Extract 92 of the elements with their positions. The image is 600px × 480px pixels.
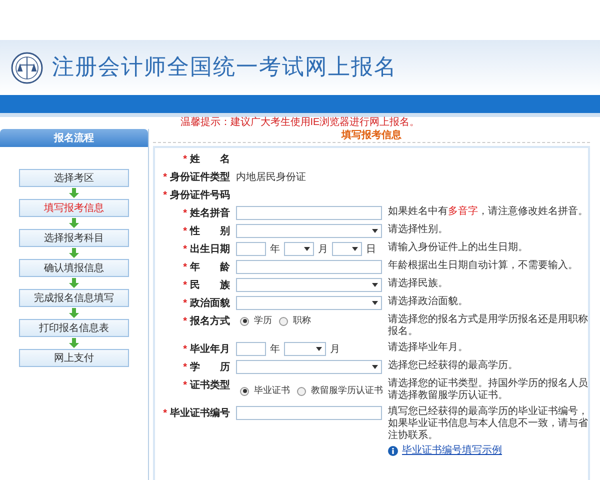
hint-text: 请选择性别。 bbox=[388, 224, 449, 236]
select-field[interactable] bbox=[236, 296, 382, 310]
input-field[interactable] bbox=[236, 260, 382, 274]
field-label: 姓 名 bbox=[190, 152, 230, 166]
step-button[interactable]: 完成报名信息填写 bbox=[19, 289, 129, 307]
hint-text: 请选择您的证书类型。持国外学历的报名人员请选择教留服学历认证书。 bbox=[388, 378, 588, 402]
hint-text: 年龄根据出生日期自动计算，不需要输入。 bbox=[388, 260, 579, 272]
dropdown-arrow-icon bbox=[316, 347, 322, 351]
radio-label: 学历 bbox=[254, 314, 272, 328]
required-mark: * bbox=[163, 188, 167, 202]
required-mark: * bbox=[183, 260, 187, 274]
field-label: 政治面貌 bbox=[190, 296, 230, 310]
field-label: 学 历 bbox=[190, 360, 230, 374]
required-mark: * bbox=[183, 342, 187, 356]
field-value: 内地居民身份证 bbox=[236, 170, 306, 184]
notice-text: 温馨提示：建议广大考生使用IE浏览器进行网上报名。 bbox=[180, 118, 420, 128]
unit-label: 年 bbox=[270, 342, 280, 356]
field-label: 性 别 bbox=[190, 224, 230, 238]
field-label: 毕业年月 bbox=[190, 342, 230, 356]
step-button[interactable]: 填写报考信息 bbox=[19, 199, 129, 217]
radio-button[interactable] bbox=[240, 386, 249, 396]
radio-button[interactable] bbox=[240, 316, 249, 326]
radio-label: 教留服学历认证书 bbox=[311, 384, 383, 398]
arrow-down-icon bbox=[69, 188, 79, 198]
field-label: 年 龄 bbox=[190, 260, 230, 274]
field-label: 姓名拼音 bbox=[190, 206, 230, 220]
required-mark: * bbox=[163, 170, 167, 184]
hint-text: 填写您已经获得的最高学历的毕业证书编号，如果毕业证书信息与本人信息不一致，请与省注协联系。 bbox=[388, 406, 588, 442]
required-mark: * bbox=[183, 206, 187, 220]
arrow-down-icon bbox=[69, 218, 79, 228]
site-title: 注册会计师全国统一考试网上报名 bbox=[52, 54, 397, 82]
step-button[interactable]: 确认填报信息 bbox=[19, 259, 129, 277]
required-mark: * bbox=[183, 296, 187, 310]
step-button[interactable]: 打印报名信息表 bbox=[19, 319, 129, 337]
step-button[interactable]: 网上支付 bbox=[19, 349, 129, 367]
dropdown-arrow-icon bbox=[372, 283, 378, 287]
select-field[interactable] bbox=[332, 242, 362, 256]
field-label: 报名方式 bbox=[190, 314, 230, 328]
radio-label: 职称 bbox=[293, 314, 311, 328]
dropdown-arrow-icon bbox=[372, 365, 378, 369]
required-mark: * bbox=[183, 242, 187, 256]
field-label: 毕业证书编号 bbox=[170, 406, 230, 420]
required-mark: * bbox=[183, 360, 187, 374]
radio-button[interactable] bbox=[297, 386, 306, 396]
field-label: 身份证件类型 bbox=[170, 170, 230, 184]
select-field[interactable] bbox=[236, 224, 382, 238]
hint-text: 如果姓名中有多音字，请注意修改姓名拼音。 bbox=[388, 206, 588, 218]
required-mark: * bbox=[183, 314, 187, 328]
arrow-down-icon bbox=[69, 308, 79, 318]
hint-text: 请选择毕业年月。 bbox=[388, 342, 469, 354]
unit-label: 年 bbox=[270, 242, 280, 256]
dropdown-arrow-icon bbox=[352, 247, 358, 251]
unit-label: 日 bbox=[366, 242, 376, 256]
required-mark: * bbox=[163, 406, 167, 420]
field-label: 民 族 bbox=[190, 278, 230, 292]
sidebar-header: 报名流程 bbox=[0, 129, 148, 147]
arrow-down-icon bbox=[69, 248, 79, 258]
required-mark: * bbox=[183, 278, 187, 292]
input-field[interactable] bbox=[236, 406, 382, 420]
dropdown-arrow-icon bbox=[304, 247, 310, 251]
input-field[interactable] bbox=[236, 342, 266, 356]
required-mark: * bbox=[183, 378, 187, 392]
step-button[interactable]: 选择报考科目 bbox=[19, 229, 129, 247]
hint-text: 请选择政治面貌。 bbox=[388, 296, 469, 308]
select-field[interactable] bbox=[236, 360, 382, 374]
input-field[interactable] bbox=[236, 242, 266, 256]
field-label: 身份证件号码 bbox=[170, 188, 230, 202]
field-label: 证书类型 bbox=[190, 378, 230, 392]
hint-text: 选择您已经获得的最高学历。 bbox=[388, 360, 519, 372]
input-field[interactable] bbox=[236, 206, 382, 220]
step-button[interactable]: 选择考区 bbox=[19, 169, 129, 187]
example-link[interactable]: 毕业证书编号填写示例 bbox=[402, 443, 502, 458]
select-field[interactable] bbox=[284, 342, 326, 356]
hint-text: 请选择您的报名方式是用学历报名还是用职称报名。 bbox=[388, 314, 588, 338]
unit-label: 月 bbox=[318, 242, 328, 256]
select-field[interactable] bbox=[236, 278, 382, 292]
field-label: 出生日期 bbox=[190, 242, 230, 256]
form-title: 填写报考信息 bbox=[342, 130, 402, 140]
arrow-down-icon bbox=[69, 278, 79, 288]
emblem-icon bbox=[10, 50, 44, 84]
select-field[interactable] bbox=[284, 242, 314, 256]
info-icon bbox=[388, 446, 398, 456]
hint-text: 请选择民族。 bbox=[388, 278, 449, 290]
radio-button[interactable] bbox=[279, 316, 288, 326]
radio-label: 毕业证书 bbox=[254, 384, 290, 398]
dropdown-arrow-icon bbox=[372, 229, 378, 233]
dropdown-arrow-icon bbox=[372, 301, 378, 305]
required-mark: * bbox=[183, 152, 187, 166]
hint-text: 请输入身份证件上的出生日期。 bbox=[388, 242, 529, 254]
unit-label: 月 bbox=[330, 342, 340, 356]
required-mark: * bbox=[183, 224, 187, 238]
arrow-down-icon bbox=[69, 338, 79, 348]
